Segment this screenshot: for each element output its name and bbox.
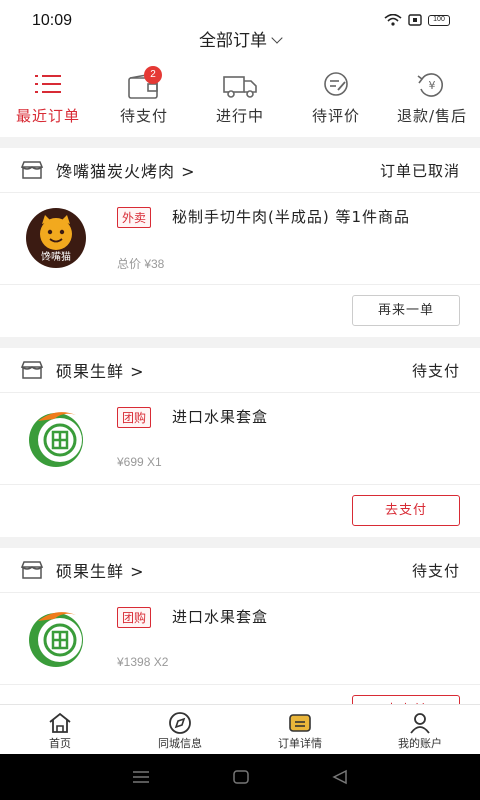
list-icon: [28, 70, 68, 100]
order-price: 总价 ¥38: [117, 257, 165, 271]
shop-logo: 馋嘴猫: [20, 207, 98, 269]
nav-local-info[interactable]: 同城信息: [120, 705, 240, 754]
shop-logo: [20, 607, 98, 669]
chevron-down-icon: [271, 32, 283, 44]
tab-label: 退款/售后: [396, 107, 468, 125]
order-card-header[interactable]: 馋嘴猫炭火烤肉 > 订单已取消: [0, 148, 480, 193]
nav-label: 首页: [49, 737, 71, 750]
tab-refund[interactable]: ¥ 退款/售后: [384, 60, 480, 137]
truck-icon: [220, 70, 260, 100]
order-card-header[interactable]: 硕果生鲜 > 待支付: [0, 348, 480, 393]
order-list: 馋嘴猫炭火烤肉 > 订单已取消 馋嘴猫 外卖 秘制手切牛肉(半成品) 等1件商品…: [0, 148, 480, 748]
order-card-footer: 再来一单: [0, 285, 480, 337]
pending-badge: 2: [144, 66, 162, 84]
page-title: 全部订单: [199, 31, 267, 51]
wallet-icon: 2: [124, 66, 164, 100]
nav-label: 我的账户: [398, 737, 442, 750]
tab-label: 待支付: [119, 107, 168, 125]
back-icon[interactable]: [331, 769, 349, 785]
tab-pending-review[interactable]: 待评价: [288, 60, 384, 137]
wifi-icon: [384, 14, 402, 26]
tab-recent-orders[interactable]: 最近订单: [0, 60, 96, 137]
order-tabs: 最近订单 2 待支付 进行中 待评价 ¥ 退款/售后: [0, 60, 480, 137]
order-filter-dropdown[interactable]: 全部订单: [0, 26, 480, 60]
order-price: ¥1398 X2: [117, 655, 169, 669]
tab-label: 进行中: [215, 107, 264, 125]
order-price: ¥699 X1: [117, 455, 162, 469]
system-nav-bar: [0, 754, 480, 800]
product-title: 秘制手切牛肉(半成品) 等1件商品: [172, 208, 411, 226]
shop-logo: [20, 407, 98, 469]
store-icon: [20, 161, 44, 179]
order-icon: [287, 711, 313, 735]
menu-icon[interactable]: [131, 770, 151, 784]
order-card-body[interactable]: 馋嘴猫 外卖 秘制手切牛肉(半成品) 等1件商品 总价 ¥38: [0, 193, 480, 285]
user-icon: [407, 711, 433, 735]
order-card-body[interactable]: 团购 进口水果套盒 ¥699 X1: [0, 393, 480, 485]
reorder-button[interactable]: 再来一单: [352, 295, 460, 326]
order-type-tag: 团购: [117, 607, 152, 628]
product-title: 进口水果套盒: [172, 408, 269, 426]
nav-label: 订单详情: [278, 737, 322, 750]
shop-name[interactable]: 馋嘴猫炭火烤肉 >: [56, 158, 380, 182]
order-status: 待支付: [411, 561, 460, 580]
product-title: 进口水果套盒: [172, 608, 269, 626]
order-card-body[interactable]: 团购 进口水果套盒 ¥1398 X2: [0, 593, 480, 685]
pay-button[interactable]: 去支付: [352, 495, 460, 526]
shop-name[interactable]: 硕果生鲜 >: [56, 358, 412, 382]
nav-order-details[interactable]: 订单详情: [240, 705, 360, 754]
tab-in-progress[interactable]: 进行中: [192, 60, 288, 137]
home-button-icon[interactable]: [232, 769, 250, 785]
order-card-header[interactable]: 硕果生鲜 > 待支付: [0, 548, 480, 593]
order-card-footer: 去支付: [0, 485, 480, 537]
order-card: 硕果生鲜 > 待支付 团购 进口水果套盒 ¥699 X1 去支付: [0, 348, 480, 537]
refund-icon: ¥: [412, 70, 452, 100]
status-icons: 100: [384, 14, 450, 26]
review-icon: [316, 70, 356, 100]
nav-label: 同城信息: [158, 737, 202, 750]
compass-icon: [167, 711, 193, 735]
shop-logo-text: 馋嘴猫: [41, 250, 71, 263]
tab-pending-payment[interactable]: 2 待支付: [96, 60, 192, 137]
tab-label: 最近订单: [15, 107, 80, 125]
tab-label: 待评价: [311, 107, 360, 125]
order-type-tag: 团购: [117, 407, 152, 428]
bottom-nav: 首页 同城信息 订单详情 我的账户: [0, 704, 480, 754]
svg-text:¥: ¥: [429, 79, 436, 92]
order-card: 馋嘴猫炭火烤肉 > 订单已取消 馋嘴猫 外卖 秘制手切牛肉(半成品) 等1件商品…: [0, 148, 480, 337]
sim-icon: [408, 14, 422, 26]
shop-name[interactable]: 硕果生鲜 >: [56, 558, 412, 582]
store-icon: [20, 361, 44, 379]
battery-icon: 100: [428, 14, 450, 26]
nav-home[interactable]: 首页: [0, 705, 120, 754]
order-status: 订单已取消: [379, 161, 460, 180]
store-icon: [20, 561, 44, 579]
home-icon: [47, 711, 73, 735]
nav-my-account[interactable]: 我的账户: [360, 705, 480, 754]
order-status: 待支付: [411, 361, 460, 380]
order-type-tag: 外卖: [117, 207, 152, 228]
